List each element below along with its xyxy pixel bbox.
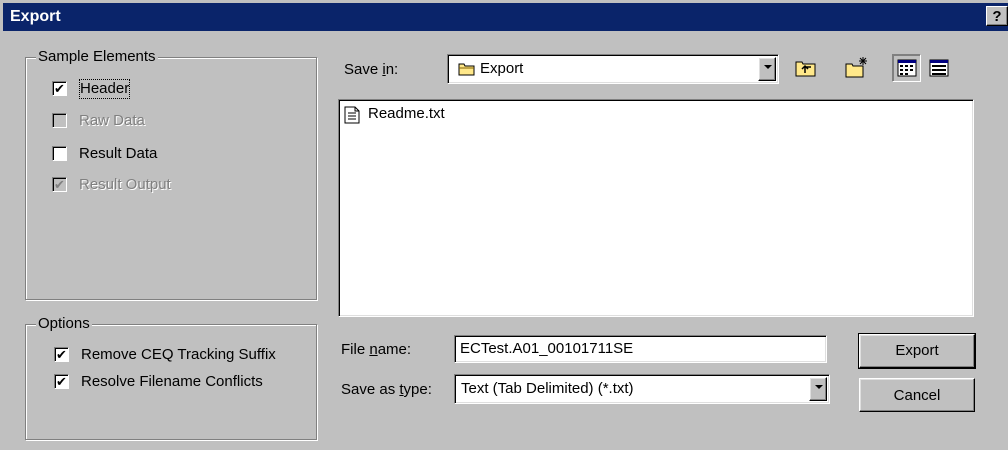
file-name-value: ECTest.A01_00101711SE (460, 340, 634, 357)
title-bar[interactable]: Export ? ✕ (3, 3, 1008, 31)
result-output-checkbox[interactable]: ✔ (52, 177, 67, 192)
resolve-conflicts-checkbox[interactable]: ✔ (54, 374, 69, 389)
options-group: Options ✔ Remove CEQ Tracking Suffix ✔ R… (25, 315, 317, 440)
cancel-button[interactable]: Cancel (859, 378, 975, 412)
text-file-icon (344, 106, 360, 130)
details-view-icon (929, 59, 949, 81)
file-name-input[interactable]: ECTest.A01_00101711SE (454, 335, 827, 363)
remove-ceq-suffix-checkbox[interactable]: ✔ (54, 347, 69, 362)
raw-data-checkbox[interactable] (52, 113, 67, 128)
window-title: Export (10, 8, 61, 25)
save-in-value: Export (480, 60, 524, 77)
save-in-dropdown[interactable]: Export (447, 54, 779, 84)
export-button[interactable]: Export (858, 333, 976, 369)
export-dialog: Export ? ✕ Sample Elements ✔ Header Raw … (0, 0, 1008, 450)
up-one-level-button[interactable] (793, 56, 819, 80)
new-folder-icon (843, 57, 869, 84)
result-data-checkbox[interactable] (52, 146, 67, 161)
details-view-button[interactable] (925, 55, 953, 81)
save-as-type-label: Save as type: (341, 381, 432, 398)
list-view-button[interactable] (892, 54, 921, 82)
file-name: Readme.txt (368, 105, 445, 122)
save-as-type-dropdown[interactable]: Text (Tab Delimited) (*.txt) (454, 374, 830, 404)
chevron-down-icon[interactable] (809, 377, 827, 401)
resolve-conflicts-label: Resolve Filename Conflicts (81, 373, 263, 390)
header-checkbox-label: Header (79, 79, 131, 99)
save-in-label: Save in: (344, 61, 399, 78)
result-data-checkbox-label: Result Data (79, 145, 158, 162)
file-name-label: File name: (341, 341, 412, 358)
header-checkbox[interactable]: ✔ (52, 81, 67, 96)
new-folder-button[interactable] (843, 56, 869, 80)
sample-elements-group: Sample Elements ✔ Header Raw Data Result… (25, 48, 317, 300)
save-as-type-value: Text (Tab Delimited) (*.txt) (461, 380, 634, 397)
raw-data-checkbox-label: Raw Data (79, 112, 145, 129)
list-view-icon (897, 59, 917, 81)
chevron-down-icon[interactable] (758, 57, 776, 81)
file-list[interactable]: Readme.txt (338, 99, 974, 317)
folder-icon (458, 62, 476, 76)
help-button[interactable]: ? (986, 6, 1008, 26)
options-legend: Options (36, 315, 92, 333)
remove-ceq-suffix-label: Remove CEQ Tracking Suffix (81, 346, 276, 363)
up-one-level-icon (793, 61, 819, 84)
result-output-checkbox-label: Result Output (79, 176, 171, 193)
sample-elements-legend: Sample Elements (36, 48, 158, 66)
